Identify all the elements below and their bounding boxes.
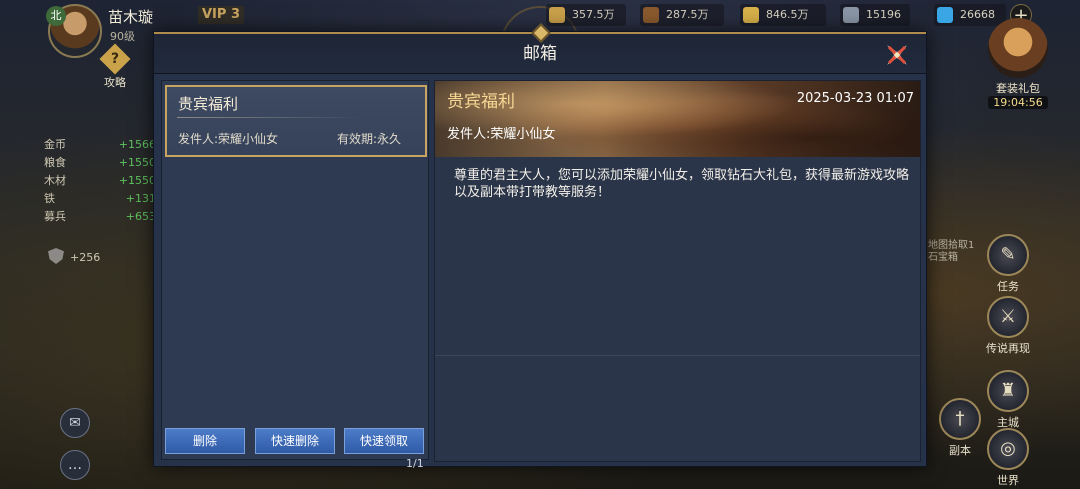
- crossed-swords-icon: ⚔: [987, 296, 1029, 338]
- globe-icon: ◎: [987, 428, 1029, 470]
- mail-list-item[interactable]: 贵宾福利 发件人:荣耀小仙女 有效期:永久: [165, 85, 427, 157]
- quick-claim-button[interactable]: 快速领取: [344, 428, 424, 454]
- grain-icon: [549, 7, 565, 23]
- mailbox-title: 邮箱: [523, 44, 557, 64]
- sword-icon: †: [939, 398, 981, 440]
- mailbox-header: 邮箱: [154, 23, 926, 74]
- shield-icon: [48, 248, 64, 264]
- resource-wheat[interactable]: 846.5万: [740, 4, 826, 26]
- guide-icon: ?: [99, 43, 131, 75]
- mail-detail-panel: 贵宾福利 2025-03-23 01:07 发件人:荣耀小仙女 尊重的君主大人，…: [434, 80, 921, 462]
- guide-label: 攻略: [104, 76, 126, 89]
- player-level: 90级: [110, 30, 135, 43]
- gift-pack-button[interactable]: 套装礼包 19:04:56: [982, 18, 1054, 110]
- gift-pack-label: 套装礼包: [996, 82, 1040, 95]
- quick-delete-button[interactable]: 快速删除: [255, 428, 335, 454]
- divider: [435, 355, 920, 356]
- shield-indicator[interactable]: +256: [48, 248, 100, 264]
- detail-date: 2025-03-23 01:07: [796, 91, 914, 106]
- wood-icon: [643, 7, 659, 23]
- world-button[interactable]: ◎ 世界: [976, 428, 1040, 488]
- legend-label: 传说再现: [986, 342, 1030, 355]
- mailbox-dialog: 邮箱 贵宾福利 发件人:荣耀小仙女 有效期:永久 1/1 删除 快速删除 快速领…: [153, 23, 927, 470]
- mail-banner-image: 贵宾福利 2025-03-23 01:07 发件人:荣耀小仙女: [435, 81, 920, 157]
- resource-row: 木材 +1550: [44, 174, 156, 187]
- resource-value: 287.5万: [666, 8, 709, 21]
- resource-iron[interactable]: 15196: [840, 4, 910, 26]
- resource-value: 15196: [866, 8, 901, 21]
- detail-subject: 贵宾福利: [447, 92, 515, 112]
- mail-subject: 贵宾福利: [178, 95, 239, 113]
- resource-row: 粮食 +1550: [44, 156, 156, 169]
- resource-row: 铁 +131: [44, 192, 156, 205]
- region-badge: 北: [46, 6, 66, 26]
- shield-value: +256: [70, 251, 101, 264]
- iron-icon: [843, 7, 859, 23]
- task-hint: 地图拾取1 石宝箱: [928, 240, 975, 263]
- resource-value: 357.5万: [572, 8, 615, 21]
- chat-button[interactable]: …: [60, 450, 90, 480]
- task-button[interactable]: ✎ 任务: [976, 234, 1040, 294]
- resource-row: 金币 +1566: [44, 138, 156, 151]
- gift-pack-timer: 19:04:56: [988, 96, 1048, 109]
- diamond-icon: [937, 7, 953, 23]
- world-label: 世界: [997, 474, 1019, 487]
- close-button[interactable]: [882, 40, 912, 70]
- guide-button[interactable]: ? 攻略: [95, 43, 135, 90]
- detail-sender: 发件人:荣耀小仙女: [447, 127, 556, 142]
- task-label: 任务: [997, 280, 1019, 293]
- task-icon: ✎: [987, 234, 1029, 276]
- delete-button[interactable]: 删除: [165, 428, 245, 454]
- vip-badge[interactable]: VIP 3: [198, 6, 244, 24]
- mail-validity: 有效期:永久: [337, 132, 402, 146]
- player-name: 苗木璇: [108, 8, 154, 26]
- resource-value: 846.5万: [766, 8, 809, 21]
- mail-envelope-button[interactable]: ✉: [60, 408, 90, 438]
- resource-wood[interactable]: 287.5万: [640, 4, 724, 26]
- page-indicator: 1/1: [406, 457, 424, 470]
- mail-list: 贵宾福利 发件人:荣耀小仙女 有效期:永久 1/1: [161, 80, 429, 470]
- resource-grain[interactable]: 357.5万: [546, 4, 626, 26]
- wheat-icon: [743, 7, 759, 23]
- resource-output-panel: 金币 +1566 粮食 +1550 木材 +1550 铁 +131 募兵 +653: [44, 136, 156, 226]
- divider: [177, 117, 363, 118]
- legend-button[interactable]: ⚔ 传说再现: [976, 296, 1040, 356]
- city-gate-icon: ♜: [987, 370, 1029, 412]
- mail-sender: 发件人:荣耀小仙女: [178, 132, 279, 146]
- gift-pack-icon: [988, 18, 1048, 78]
- close-icon: [887, 45, 907, 65]
- mail-body-text: 尊重的君主大人，您可以添加荣耀小仙女，领取钻石大礼包，获得最新游戏攻略以及副本带…: [454, 168, 910, 200]
- resource-row: 募兵 +653: [44, 210, 156, 223]
